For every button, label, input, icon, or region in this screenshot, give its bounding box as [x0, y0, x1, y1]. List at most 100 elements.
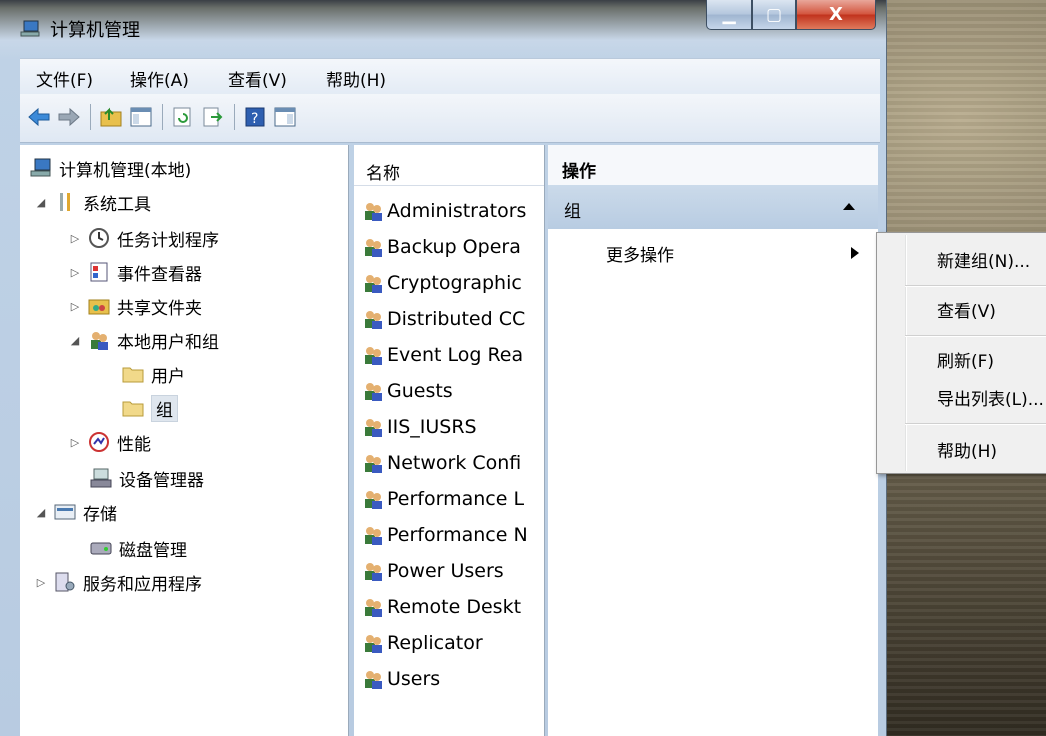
- computer-management-window: 计算机管理 ▁ ▢ X 文件(F) 操作(A) 查看(V) 帮助(H) ? 计算…: [0, 0, 887, 736]
- help-button[interactable]: ?: [242, 104, 268, 130]
- tree-item-label: 服务和应用程序: [83, 574, 202, 595]
- menu-file[interactable]: 文件(F): [36, 66, 93, 91]
- tree-item-device-manager[interactable]: 设备管理器: [90, 463, 204, 493]
- column-header-label: 名称: [366, 164, 400, 184]
- forward-arrow-icon: [58, 107, 80, 127]
- tree-item-local-users-groups[interactable]: ◢ 本地用户和组: [68, 325, 219, 355]
- toolbar: ?: [20, 94, 880, 143]
- tree-item-storage[interactable]: ◢ 存储: [34, 497, 117, 527]
- more-actions-item[interactable]: 更多操作: [606, 241, 674, 266]
- group-icon: [362, 668, 384, 690]
- list-item-power-users[interactable]: Power Users: [362, 555, 504, 587]
- group-icon: [362, 560, 384, 582]
- column-header-name[interactable]: 名称: [354, 145, 544, 186]
- refresh-icon: [173, 107, 191, 127]
- tree-item-label: 事件查看器: [117, 264, 202, 285]
- list-item-replicator[interactable]: Replicator: [362, 627, 483, 659]
- list-item-label: Performance L: [387, 488, 525, 510]
- actions-section-label: 组: [564, 202, 581, 222]
- list-item-remote-desktop[interactable]: Remote Deskt: [362, 591, 521, 623]
- tree-item-label: 组: [151, 394, 178, 422]
- expanded-arrow-icon[interactable]: ◢: [34, 196, 48, 209]
- tree-item-performance[interactable]: ▷ 性能: [68, 427, 151, 457]
- collapsed-arrow-icon[interactable]: ▷: [34, 576, 48, 589]
- collapsed-arrow-icon[interactable]: ▷: [68, 300, 82, 313]
- menu-view[interactable]: 查看(V): [228, 66, 287, 91]
- list-item-guests[interactable]: Guests: [362, 375, 453, 407]
- collapsed-arrow-icon[interactable]: ▷: [68, 436, 82, 449]
- title-bar[interactable]: 计算机管理 ▁ ▢ X: [0, 0, 886, 56]
- tree-item-computer-management[interactable]: 计算机管理(本地): [30, 153, 191, 183]
- export-icon: [203, 107, 223, 127]
- menu-item-new-group[interactable]: 新建组(N)...: [937, 247, 1030, 272]
- expanded-arrow-icon[interactable]: ◢: [34, 506, 48, 519]
- list-item-label: Administrators: [387, 200, 527, 222]
- list-item-label: Replicator: [387, 632, 483, 654]
- collapsed-arrow-icon[interactable]: ▷: [68, 266, 82, 279]
- list-item-backup-operators[interactable]: Backup Opera: [362, 231, 521, 263]
- tree-item-label: 任务计划程序: [117, 230, 219, 251]
- actions-header-label: 操作: [562, 162, 596, 182]
- up-folder-icon: [100, 107, 122, 127]
- tree-item-shared-folders[interactable]: ▷ 共享文件夹: [68, 291, 202, 321]
- tree-item-groups[interactable]: 组: [122, 393, 178, 423]
- minimize-button[interactable]: ▁: [706, 0, 752, 30]
- list-item-users[interactable]: Users: [362, 663, 440, 695]
- actions-pane: 操作 组 更多操作: [548, 145, 878, 736]
- list-item-network-configuration[interactable]: Network Confi: [362, 447, 521, 479]
- tree-item-label: 性能: [117, 434, 151, 455]
- forward-button[interactable]: [56, 104, 82, 130]
- menu-item-view[interactable]: 查看(V): [937, 297, 996, 322]
- tree-item-event-viewer[interactable]: ▷ 事件查看器: [68, 257, 202, 287]
- group-icon: [362, 632, 384, 654]
- list-item-cryptographic[interactable]: Cryptographic: [362, 267, 522, 299]
- performance-icon: [88, 431, 110, 453]
- console-tree-icon: [130, 107, 152, 127]
- menu-item-export-list[interactable]: 导出列表(L)...: [937, 385, 1044, 410]
- collapse-up-icon[interactable]: [842, 201, 856, 211]
- submenu-arrow-icon: [851, 247, 859, 259]
- tree-item-services-applications[interactable]: ▷ 服务和应用程序: [34, 567, 202, 597]
- tree-item-disk-management[interactable]: 磁盘管理: [90, 533, 187, 563]
- menu-separator: [905, 423, 1046, 425]
- tree-item-users[interactable]: 用户: [122, 359, 185, 389]
- menu-action[interactable]: 操作(A): [130, 66, 189, 91]
- up-folder-button[interactable]: [98, 104, 124, 130]
- tree-item-label: 计算机管理(本地): [59, 160, 192, 181]
- list-item-distributed-com[interactable]: Distributed CC: [362, 303, 525, 335]
- group-icon: [362, 236, 384, 258]
- list-item-label: Remote Deskt: [387, 596, 522, 618]
- tree-item-task-scheduler[interactable]: ▷ 任务计划程序: [68, 223, 219, 253]
- maximize-icon: ▢: [765, 4, 783, 25]
- maximize-button[interactable]: ▢: [752, 0, 796, 30]
- actions-section-groups[interactable]: 组: [548, 185, 878, 229]
- list-item-iis-iusrs[interactable]: IIS_IUSRS: [362, 411, 477, 443]
- export-list-button[interactable]: [200, 104, 226, 130]
- device-manager-icon: [90, 467, 112, 489]
- list-item-performance-log[interactable]: Performance L: [362, 483, 524, 515]
- menu-help[interactable]: 帮助(H): [326, 66, 386, 91]
- tree-item-label: 本地用户和组: [117, 332, 219, 353]
- tree-item-label: 设备管理器: [119, 470, 204, 491]
- close-button[interactable]: X: [796, 0, 876, 30]
- show-hide-console-tree-button[interactable]: [128, 104, 154, 130]
- list-item-performance-monitor[interactable]: Performance N: [362, 519, 528, 551]
- tree-item-system-tools[interactable]: ◢ 系统工具: [34, 187, 151, 217]
- show-hide-action-pane-button[interactable]: [272, 104, 298, 130]
- menu-item-refresh[interactable]: 刷新(F): [937, 347, 994, 372]
- computer-management-icon: [20, 20, 40, 38]
- event-viewer-icon: [88, 261, 110, 283]
- back-button[interactable]: [26, 104, 52, 130]
- tree-item-label: 共享文件夹: [117, 298, 202, 319]
- tree-item-label: 用户: [151, 366, 185, 387]
- group-icon: [362, 200, 384, 222]
- refresh-button[interactable]: [170, 104, 196, 130]
- expanded-arrow-icon[interactable]: ◢: [68, 334, 82, 347]
- menu-item-help[interactable]: 帮助(H): [937, 437, 997, 462]
- tools-icon: [54, 191, 76, 213]
- list-item-administrators[interactable]: Administrators: [362, 195, 526, 227]
- list-item-label: Network Confi: [387, 452, 522, 474]
- list-item-event-log-readers[interactable]: Event Log Rea: [362, 339, 523, 371]
- users-icon: [88, 329, 110, 351]
- collapsed-arrow-icon[interactable]: ▷: [68, 232, 82, 245]
